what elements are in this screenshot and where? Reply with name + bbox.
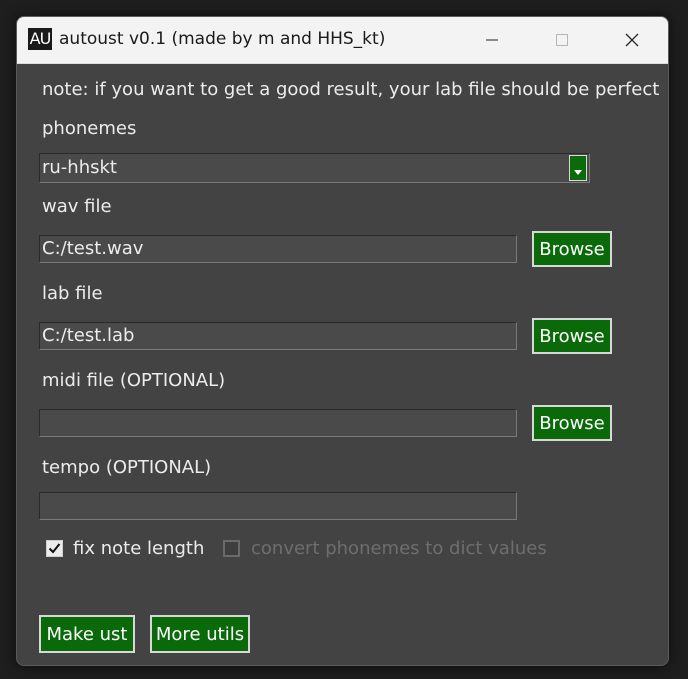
make-ust-button[interactable]: Make ust [39, 615, 135, 653]
window-title: autoust v0.1 (made by m and HHS_kt) [59, 29, 386, 49]
phonemes-dropdown[interactable]: ru-hhskt [39, 153, 590, 183]
close-button[interactable] [609, 17, 655, 63]
midi-file-label: midi file (OPTIONAL) [42, 370, 226, 391]
wav-file-label: wav file [42, 196, 112, 217]
wav-file-input[interactable]: C:/test.wav [39, 235, 517, 263]
maximize-button[interactable] [539, 17, 585, 63]
phonemes-selected-value: ru-hhskt [42, 157, 117, 178]
wav-browse-button[interactable]: Browse [532, 231, 612, 267]
note-text: note: if you want to get a good result, … [42, 79, 660, 100]
convert-phonemes-checkbox[interactable] [223, 540, 240, 557]
minimize-button[interactable] [469, 17, 515, 63]
midi-browse-button[interactable]: Browse [532, 405, 612, 441]
dropdown-arrow-icon[interactable] [569, 155, 587, 181]
app-icon: AU [28, 28, 52, 50]
midi-file-input[interactable] [39, 409, 517, 437]
lab-browse-button[interactable]: Browse [532, 318, 612, 354]
phonemes-label: phonemes [42, 118, 137, 139]
close-icon [625, 33, 639, 47]
maximize-icon [556, 34, 568, 46]
tempo-input[interactable] [39, 492, 517, 520]
lab-file-label: lab file [42, 283, 103, 304]
convert-phonemes-label: convert phonemes to dict values [251, 538, 547, 559]
more-utils-button[interactable]: More utils [150, 615, 250, 653]
checkmark-icon [48, 543, 61, 554]
fix-note-length-checkbox[interactable] [46, 540, 63, 557]
minimize-icon [486, 39, 498, 41]
app-window: AU autoust v0.1 (made by m and HHS_kt) n… [16, 16, 669, 666]
lab-file-input[interactable]: C:/test.lab [39, 322, 517, 350]
title-bar[interactable]: AU autoust v0.1 (made by m and HHS_kt) [17, 17, 668, 64]
fix-note-length-label: fix note length [73, 538, 205, 559]
tempo-label: tempo (OPTIONAL) [42, 457, 212, 478]
